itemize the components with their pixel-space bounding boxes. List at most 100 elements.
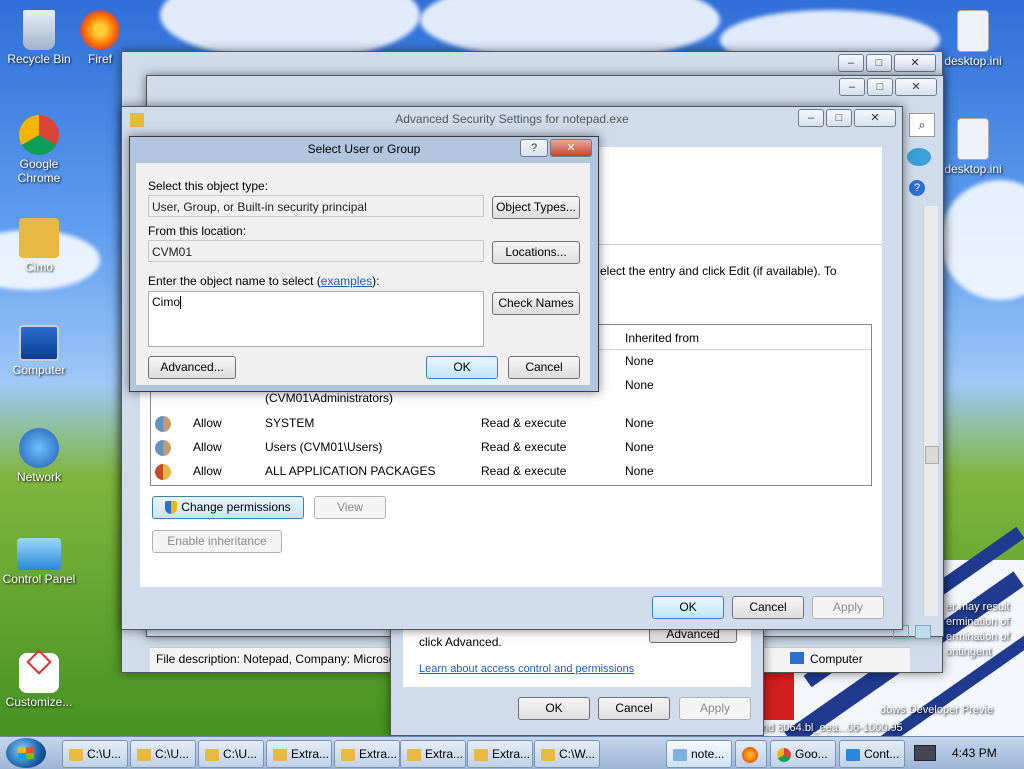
view-large-icon[interactable]: [915, 625, 931, 639]
build-watermark-1: dows Developer Previe: [880, 704, 994, 716]
row-principal: (CVM01\Administrators): [265, 391, 394, 405]
taskbar-item-label: Extra...: [291, 747, 330, 761]
minimize-button[interactable]: –: [838, 54, 864, 72]
object-type-label: Select this object type:: [148, 179, 269, 193]
user-group-icon: [155, 440, 171, 456]
taskbar-item-label: Extra...: [425, 747, 464, 761]
location-field: CVM01: [148, 240, 484, 262]
close-button[interactable]: ✕: [895, 78, 937, 96]
row-access: Read & execute: [481, 416, 567, 430]
close-button[interactable]: ✕: [854, 109, 896, 127]
taskbar-item[interactable]: Extra...: [266, 740, 332, 768]
computer-icon[interactable]: Computer: [1, 325, 77, 377]
learn-link[interactable]: Learn about access control and permissio…: [419, 663, 634, 675]
recycle-bin-icon[interactable]: Recycle Bin: [1, 10, 77, 66]
taskbar-item-label: Extra...: [359, 747, 398, 761]
folder-icon: [273, 748, 287, 761]
cancel-button[interactable]: Cancel: [598, 697, 670, 720]
taskbar-item[interactable]: Extra...: [400, 740, 466, 768]
chrome-icon[interactable]: Google Chrome: [1, 115, 77, 185]
package-icon: [155, 464, 171, 480]
start-button[interactable]: [6, 738, 46, 768]
header-inherited-from[interactable]: Inherited from: [625, 331, 699, 345]
close-button[interactable]: ✕: [894, 54, 936, 72]
network-tray-icon[interactable]: [914, 745, 936, 761]
examples-link[interactable]: examples: [321, 274, 372, 288]
help-icon[interactable]: ?: [909, 180, 925, 196]
table-row[interactable]: Allow ALL APPLICATION PACKAGES Read & ex…: [151, 459, 871, 483]
advanced-title-buttons: – □ ✕: [798, 109, 896, 127]
taskbar-item-notepad[interactable]: note...: [666, 740, 732, 768]
select-user-dialog: Select User or Group ? ✕ Select this obj…: [129, 136, 599, 392]
network-icon[interactable]: Network: [1, 428, 77, 484]
table-row[interactable]: Allow Users (CVM01\Users) Read & execute…: [151, 435, 871, 459]
object-name-input[interactable]: Cimo: [148, 291, 484, 347]
object-type-field: User, Group, or Built-in security princi…: [148, 195, 484, 217]
row-principal: SYSTEM: [265, 416, 315, 430]
firefox-label: Firef: [88, 52, 112, 66]
row-access: Read & execute: [481, 440, 567, 454]
row-type: Allow: [193, 464, 222, 478]
file-icon-2[interactable]: desktop.ini: [935, 118, 1011, 176]
taskbar-item[interactable]: C:\U...: [130, 740, 196, 768]
taskbar-item[interactable]: C:\U...: [62, 740, 128, 768]
maximize-button[interactable]: □: [826, 109, 852, 127]
computer-status-label: Computer: [810, 652, 863, 666]
apply-button[interactable]: Apply: [812, 596, 884, 619]
enable-inheritance-button[interactable]: Enable inheritance: [152, 530, 282, 553]
globe-icon: [907, 148, 931, 166]
scrollbar[interactable]: [923, 206, 939, 616]
user-folder-icon[interactable]: Cimo: [1, 218, 77, 274]
object-types-button[interactable]: Object Types...: [492, 196, 580, 219]
row-inherited: None: [625, 440, 654, 454]
taskbar-item[interactable]: Extra...: [467, 740, 533, 768]
row-access: Read & execute: [481, 464, 567, 478]
control-panel-icon[interactable]: Control Panel: [1, 538, 77, 586]
taskbar-item[interactable]: C:\U...: [198, 740, 264, 768]
object-name-value: Cimo: [152, 295, 181, 309]
row-inherited: None: [625, 416, 654, 430]
taskbar-item[interactable]: C:\W...: [534, 740, 600, 768]
help-button[interactable]: ?: [520, 139, 548, 157]
firefox-icon[interactable]: Firef: [78, 10, 122, 66]
file-label-2: desktop.ini: [944, 162, 1002, 176]
advanced-button[interactable]: Advanced...: [148, 356, 236, 379]
change-permissions-label: Change permissions: [181, 500, 291, 514]
computer-label: Computer: [12, 363, 66, 377]
taskbar-item-control-panel[interactable]: Cont...: [839, 740, 905, 768]
clock[interactable]: 4:43 PM: [952, 746, 997, 760]
change-permissions-button[interactable]: Change permissions: [152, 496, 304, 519]
scrollbar-thumb[interactable]: [925, 446, 939, 464]
permissions-window: click Advanced. Advanced Learn about acc…: [390, 612, 764, 736]
ok-button[interactable]: OK: [518, 697, 590, 720]
taskbar-item-chrome[interactable]: Goo...: [770, 740, 836, 768]
instruction-text: elect the entry and click Edit (if avail…: [600, 264, 837, 278]
taskbar-item-label: C:\U...: [155, 747, 190, 761]
taskbar-item[interactable]: Extra...: [334, 740, 400, 768]
folder-icon: [205, 748, 219, 761]
minimize-button[interactable]: –: [839, 78, 865, 96]
table-row[interactable]: Allow SYSTEM Read & execute None: [151, 411, 871, 435]
maximize-button[interactable]: □: [866, 54, 892, 72]
recycle-bin-label: Recycle Bin: [7, 52, 71, 66]
view-button[interactable]: View: [314, 496, 386, 519]
cloud: [940, 180, 1024, 300]
row-inherited: None: [625, 464, 654, 478]
locations-button[interactable]: Locations...: [492, 241, 580, 264]
customize-icon[interactable]: Customize...: [1, 640, 77, 709]
build-watermark-2: nd 8064.bl_eea...06-1000.95: [762, 722, 903, 734]
minimize-button[interactable]: –: [798, 109, 824, 127]
cancel-button[interactable]: Cancel: [508, 356, 580, 379]
ok-button[interactable]: OK: [652, 596, 724, 619]
file-icon[interactable]: desktop.ini: [935, 10, 1011, 68]
enter-name-label: Enter the object name to select (example…: [148, 274, 379, 288]
taskbar-item-firefox[interactable]: [735, 740, 767, 768]
close-button[interactable]: ✕: [550, 139, 592, 157]
cancel-button[interactable]: Cancel: [732, 596, 804, 619]
apply-button[interactable]: Apply: [679, 697, 751, 720]
taskbar-item-label: Goo...: [795, 747, 828, 761]
check-names-button[interactable]: Check Names: [492, 292, 580, 315]
search-icon[interactable]: ⌕: [909, 113, 935, 137]
ok-button[interactable]: OK: [426, 356, 498, 379]
maximize-button[interactable]: □: [867, 78, 893, 96]
